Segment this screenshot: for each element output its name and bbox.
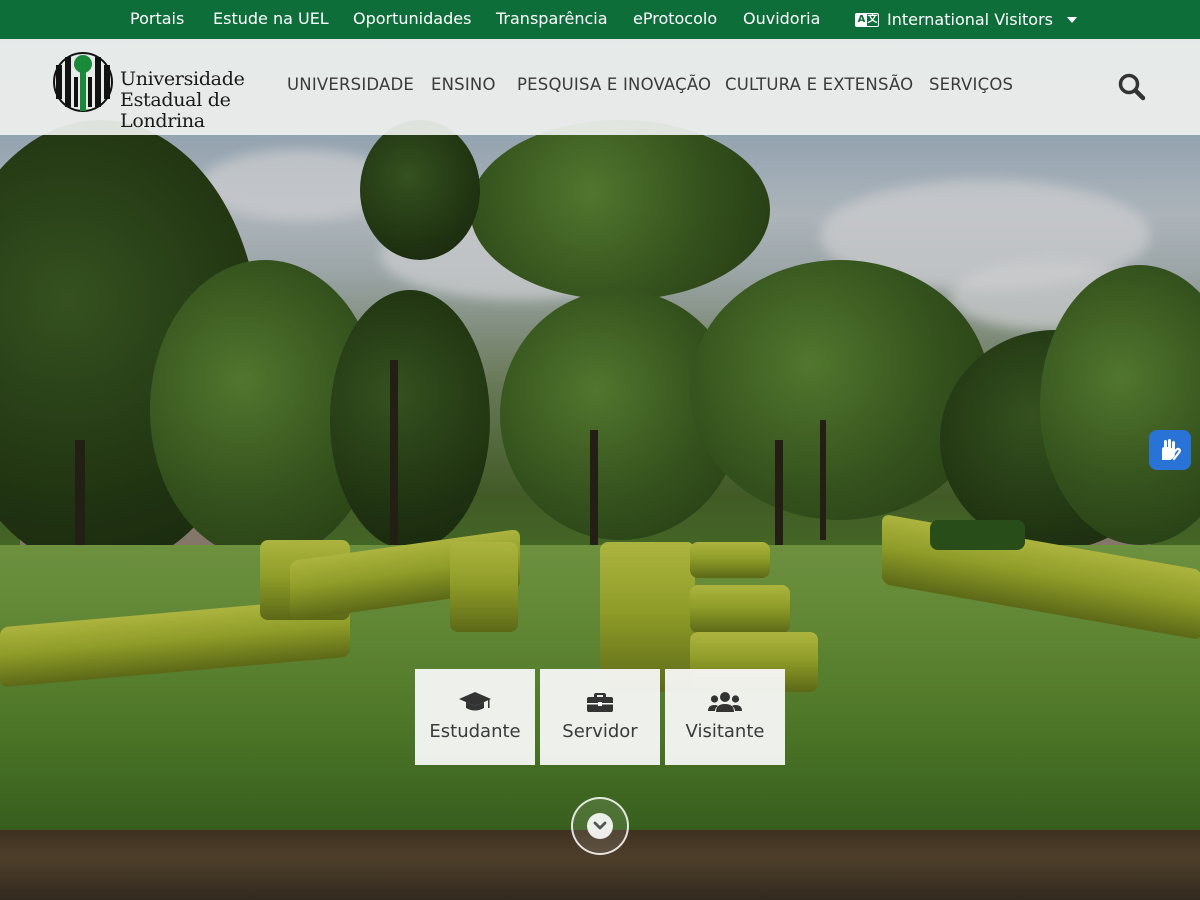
users-icon <box>708 692 742 712</box>
nav-item-servicos[interactable]: SERVIÇOS <box>929 39 1013 135</box>
briefcase-icon <box>587 693 613 712</box>
quick-access-visitante-label: Visitante <box>685 721 765 742</box>
uel-logo-mark-icon <box>53 52 113 112</box>
quick-access-estudante-label: Estudante <box>429 721 521 742</box>
logo-line-1: Universidade <box>120 68 245 90</box>
logo-wordmark: Universidade Estadual de Londrina <box>120 69 302 132</box>
quick-access-estudante[interactable]: Estudante <box>415 669 535 765</box>
nav-item-universidade[interactable]: UNIVERSIDADE <box>287 39 414 135</box>
nav-item-ensino[interactable]: ENSINO <box>431 39 496 135</box>
search-button[interactable] <box>1116 71 1148 103</box>
quick-access-visitante[interactable]: Visitante <box>665 669 785 765</box>
language-icon: A文 <box>855 12 879 27</box>
top-bar: Portais Estude na UEL Oportunidades Tran… <box>0 0 1200 39</box>
caret-down-icon <box>1067 16 1077 23</box>
hero-campus-image <box>0 0 1200 900</box>
search-icon <box>1118 73 1146 101</box>
nav-item-cultura-e-extensao[interactable]: CULTURA E EXTENSÃO <box>725 39 913 135</box>
topbar-link-portais[interactable]: Portais <box>130 0 184 39</box>
logo-line-2: Estadual de Londrina <box>120 89 231 132</box>
scroll-down-button[interactable] <box>571 797 629 855</box>
topbar-link-ouvidoria[interactable]: Ouvidoria <box>743 0 820 39</box>
uel-logo[interactable]: Universidade Estadual de Londrina <box>52 51 302 132</box>
international-visitors-dropdown[interactable]: A文 International Visitors <box>855 0 1077 39</box>
topbar-link-estude-na-uel[interactable]: Estude na UEL <box>213 0 329 39</box>
sign-language-hands-icon <box>1162 439 1181 461</box>
international-visitors-label: International Visitors <box>887 10 1053 29</box>
nav-item-pesquisa-e-inovacao[interactable]: PESQUISA E INOVAÇÃO <box>517 39 711 135</box>
quick-access-servidor-label: Servidor <box>562 721 638 742</box>
graduation-cap-icon <box>459 692 491 711</box>
topbar-link-transparencia[interactable]: Transparência <box>496 0 608 39</box>
quick-access-servidor[interactable]: Servidor <box>540 669 660 765</box>
chevron-down-icon <box>593 821 607 830</box>
topbar-link-oportunidades[interactable]: Oportunidades <box>353 0 471 39</box>
accessibility-sign-language-widget[interactable] <box>1149 430 1191 470</box>
topbar-link-eprotocolo[interactable]: eProtocolo <box>633 0 717 39</box>
